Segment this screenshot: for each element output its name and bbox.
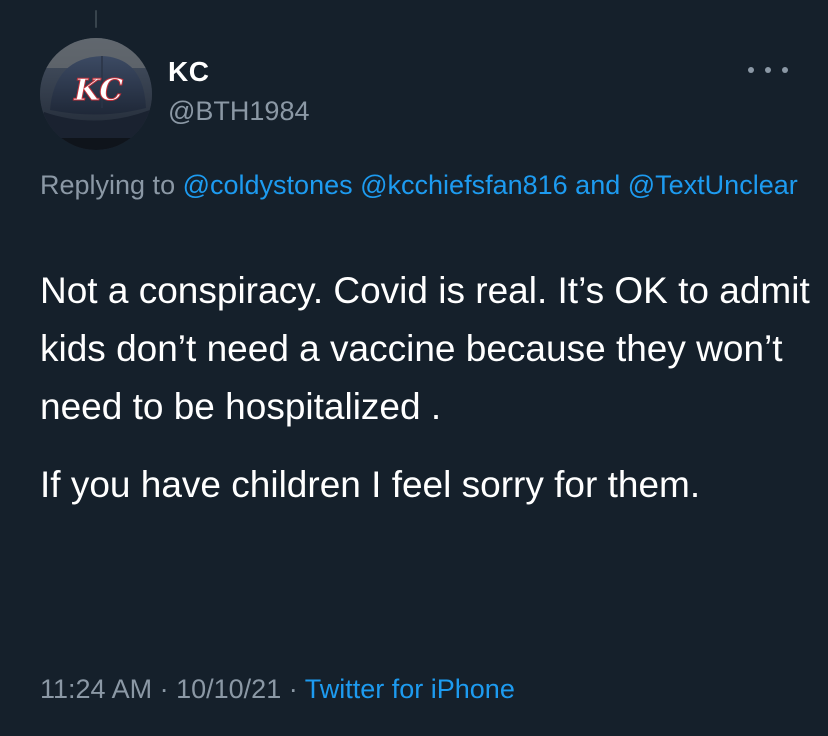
tweet-date[interactable]: 10/10/21 xyxy=(176,674,281,704)
tweet-text: Not a conspiracy. Covid is real. It’s OK… xyxy=(40,262,810,514)
tweet-metadata: 11:24 AM · 10/10/21 · Twitter for iPhone xyxy=(40,674,515,705)
avatar-logo-text: KC xyxy=(73,73,123,108)
display-name[interactable]: KC xyxy=(168,56,209,88)
replying-to-label: Replying to xyxy=(40,170,176,200)
mention-link-coldystones[interactable]: @coldystones xyxy=(183,170,353,200)
more-horizontal-icon[interactable] xyxy=(748,58,788,82)
mention-link-kcchiefsfan816[interactable]: @kcchiefsfan816 xyxy=(360,170,568,200)
mention-link-textunclear[interactable]: @TextUnclear xyxy=(628,170,798,200)
kc-cap-avatar-image: KC xyxy=(40,38,152,150)
avatar[interactable]: KC xyxy=(40,38,152,150)
more-dot xyxy=(782,67,788,73)
user-handle[interactable]: @BTH1984 xyxy=(168,96,309,127)
tweet-paragraph: If you have children I feel sorry for th… xyxy=(40,464,701,505)
tweet-time[interactable]: 11:24 AM xyxy=(40,674,152,704)
more-dot xyxy=(765,67,771,73)
meta-separator: · xyxy=(288,674,298,704)
meta-separator: · xyxy=(159,674,169,704)
thread-connector-line xyxy=(95,10,97,28)
more-dot xyxy=(748,67,754,73)
mention-joiner: and xyxy=(575,170,621,200)
tweet-source-link[interactable]: Twitter for iPhone xyxy=(305,674,515,704)
replying-to-line: Replying to @coldystones @kcchiefsfan816… xyxy=(40,165,800,205)
tweet-paragraph: Not a conspiracy. Covid is real. It’s OK… xyxy=(40,270,810,427)
